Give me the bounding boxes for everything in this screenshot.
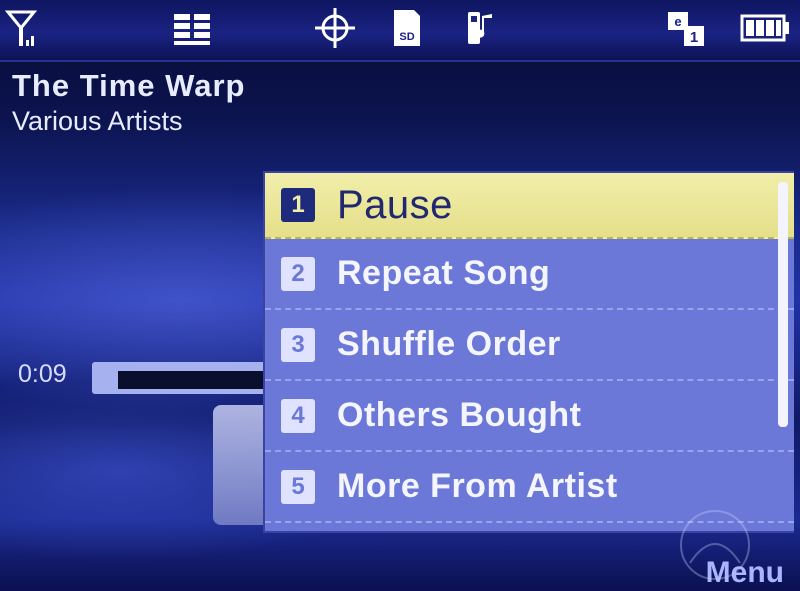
sd-card-icon: SD: [388, 8, 424, 48]
menu-item-shuffle-order[interactable]: 3 Shuffle Order: [265, 310, 794, 381]
email-count: 1: [690, 29, 698, 46]
elapsed-time: 0:09: [18, 360, 67, 388]
battery-icon: [740, 8, 792, 48]
menu-item-label: Others Bought: [337, 396, 582, 434]
signal-strength-icon: [4, 8, 38, 48]
menu-item-label: Shuffle Order: [337, 325, 561, 363]
sd-card-label: SD: [399, 31, 414, 43]
menu-item-others-bought[interactable]: 4 Others Bought: [265, 381, 794, 452]
menu-item-number: 3: [281, 327, 315, 362]
menu-scrollbar[interactable]: [778, 182, 788, 427]
watermark-logo: [680, 510, 750, 580]
menu-item-repeat-song[interactable]: 2 Repeat Song: [265, 239, 794, 310]
track-title: The Time Warp: [12, 68, 246, 103]
menu-item-number: 2: [281, 256, 315, 291]
email-notification-icon: e 1: [664, 8, 710, 48]
options-menu: 1 Pause 2 Repeat Song 3 Shuffle Order 4 …: [263, 171, 794, 533]
menu-item-label: Pause: [337, 182, 453, 227]
status-bar: SD e 1: [0, 0, 800, 62]
svg-text:e: e: [674, 14, 681, 29]
menu-item-number: 4: [281, 398, 315, 433]
menu-item-number: 5: [281, 469, 315, 504]
menu-item-number: 1: [281, 188, 315, 222]
track-artist: Various Artists: [12, 106, 183, 136]
progress-bar-remaining: [118, 371, 268, 389]
menu-item-label: Repeat Song: [337, 254, 551, 292]
phone-music-icon: [464, 8, 496, 48]
gps-icon: [313, 8, 357, 48]
network-bars-icon: [170, 8, 214, 48]
menu-item-label: More From Artist: [337, 467, 618, 505]
menu-item-pause[interactable]: 1 Pause: [265, 173, 794, 239]
